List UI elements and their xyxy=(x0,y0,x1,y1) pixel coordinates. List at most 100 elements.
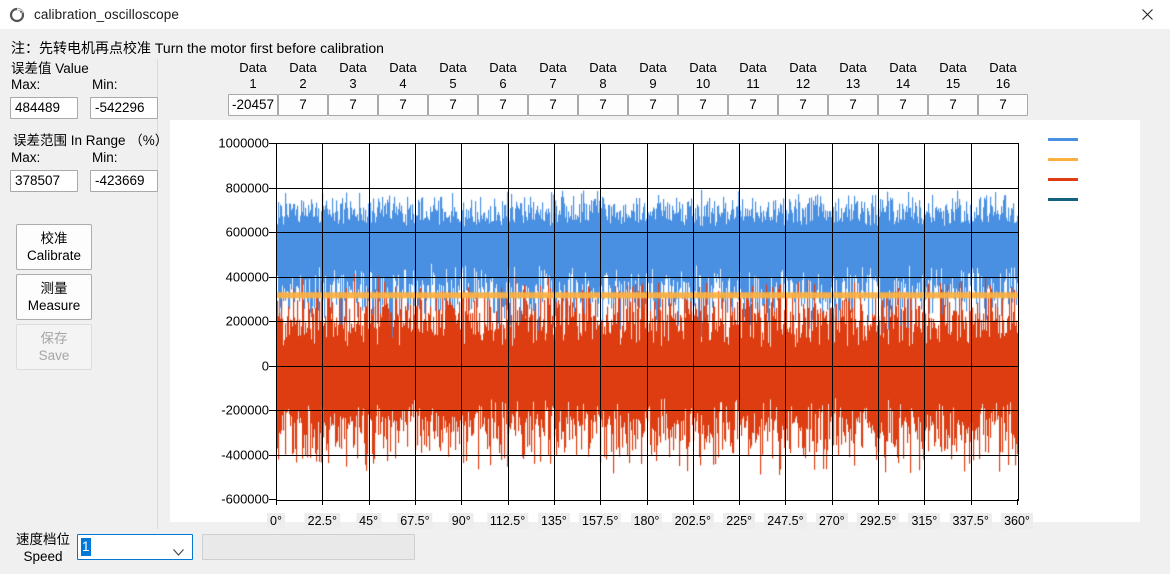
instruction-note: 注：先转电机再点校准 Turn the motor first before c… xyxy=(11,38,384,58)
range-max-field[interactable]: 378507 xyxy=(10,170,78,192)
x-axis-tick-mark xyxy=(832,499,833,505)
data-field-label: Data 15 xyxy=(928,60,978,92)
chart-gridline-h xyxy=(277,410,1018,411)
legend-swatch-3 xyxy=(1048,198,1078,201)
data-field-cell: Data 137 xyxy=(828,60,878,116)
save-button: 保存 Save xyxy=(16,324,92,370)
data-field-input[interactable]: 7 xyxy=(778,94,828,116)
y-axis-tick-mark xyxy=(269,410,276,411)
data-field-label: Data 2 xyxy=(278,60,328,92)
calibrate-button-label-en: Calibrate xyxy=(27,247,81,264)
close-button[interactable] xyxy=(1124,0,1170,29)
data-field-input[interactable]: 7 xyxy=(878,94,928,116)
chart-gridline-v xyxy=(508,144,509,500)
data-field-label: Data 6 xyxy=(478,60,528,92)
x-axis-tick-mark xyxy=(600,499,601,505)
oscilloscope-ring-icon xyxy=(9,7,25,23)
data-field-input[interactable]: 7 xyxy=(678,94,728,116)
data-field-input[interactable]: 7 xyxy=(428,94,478,116)
speed-label-cn: 速度档位 xyxy=(13,531,73,548)
data-field-input[interactable]: 7 xyxy=(278,94,328,116)
chart-gridline-v xyxy=(971,144,972,500)
y-axis-tick-mark xyxy=(269,143,276,144)
value-max-label: Max: xyxy=(11,77,40,92)
data-field-cell: Data 117 xyxy=(728,60,778,116)
data-field-label: Data 13 xyxy=(828,60,878,92)
chart-gridline-v xyxy=(322,144,323,500)
data-field-label: Data 3 xyxy=(328,60,378,92)
y-axis-tick-mark xyxy=(269,499,276,500)
y-axis-tick-mark xyxy=(269,455,276,456)
y-axis-tick-label: 1000000 xyxy=(218,136,269,151)
data-field-input[interactable]: 7 xyxy=(628,94,678,116)
value-min-field[interactable]: -542296 xyxy=(90,97,158,119)
data-field-input[interactable]: 7 xyxy=(478,94,528,116)
y-axis-tick-mark xyxy=(269,277,276,278)
x-axis-tick-mark xyxy=(322,499,323,505)
data-field-input[interactable]: -20457 xyxy=(228,94,278,116)
data-field-cell: Data 37 xyxy=(328,60,378,116)
data-field-label: Data 4 xyxy=(378,60,428,92)
data-field-label: Data 7 xyxy=(528,60,578,92)
chart-gridline-v xyxy=(785,144,786,500)
x-axis-tick-mark xyxy=(924,499,925,505)
data-field-input[interactable]: 7 xyxy=(828,94,878,116)
x-axis-tick-mark xyxy=(878,499,879,505)
x-axis-tick-mark xyxy=(739,499,740,505)
data-field-label: Data 9 xyxy=(628,60,678,92)
y-axis-tick-mark xyxy=(269,232,276,233)
y-axis-tick-label: -400000 xyxy=(221,447,269,462)
data-field-input[interactable]: 7 xyxy=(378,94,428,116)
value-group-title: 误差值 Value xyxy=(11,57,89,77)
data-field-input[interactable]: 7 xyxy=(328,94,378,116)
y-axis-tick-label: -600000 xyxy=(221,492,269,507)
measure-button[interactable]: 测量 Measure xyxy=(16,274,92,320)
range-min-field[interactable]: -423669 xyxy=(90,170,158,192)
legend-swatch-1 xyxy=(1048,158,1078,161)
chart-gridline-v xyxy=(415,144,416,500)
save-button-label-cn: 保存 xyxy=(41,330,68,347)
x-axis-tick-mark xyxy=(971,499,972,505)
chart-gridline-v xyxy=(554,144,555,500)
data-field-input[interactable]: 7 xyxy=(978,94,1028,116)
data-field-input[interactable]: 7 xyxy=(578,94,628,116)
data-field-input[interactable]: 7 xyxy=(528,94,578,116)
sidebar-panel: 误差值 Value Max: Min: 484489 -542296 误差范围 … xyxy=(0,57,157,537)
x-axis-tick-mark xyxy=(785,499,786,505)
data-field-label: Data 10 xyxy=(678,60,728,92)
speed-select[interactable]: 1 xyxy=(77,534,193,560)
data-field-cell: Data 147 xyxy=(878,60,928,116)
range-group-title: 误差范围 In Range （%） xyxy=(13,129,168,149)
data-field-label: Data 14 xyxy=(878,60,928,92)
chart-gridline-v xyxy=(739,144,740,500)
data-field-label: Data 11 xyxy=(728,60,778,92)
chevron-down-icon xyxy=(173,544,184,559)
chart-gridline-h xyxy=(277,232,1018,233)
chart-gridline-v xyxy=(832,144,833,500)
y-axis-tick-label: 400000 xyxy=(226,269,269,284)
x-axis-tick-mark xyxy=(369,499,370,505)
oscilloscope-chart-panel: 10000008000006000004000002000000-200000-… xyxy=(170,120,1140,522)
chart-gridline-v xyxy=(600,144,601,500)
speed-label-en: Speed xyxy=(13,548,73,565)
data-field-input[interactable]: 7 xyxy=(928,94,978,116)
y-axis-tick-label: 0 xyxy=(262,358,269,373)
chart-plot-area[interactable] xyxy=(276,143,1019,501)
range-min-label: Min: xyxy=(92,150,118,165)
chart-gridline-v xyxy=(693,144,694,500)
y-axis-tick-mark xyxy=(269,321,276,322)
measure-button-label-en: Measure xyxy=(28,297,81,314)
value-max-field[interactable]: 484489 xyxy=(10,97,78,119)
x-axis-tick-mark xyxy=(1017,499,1018,505)
window-titlebar: calibration_oscilloscope xyxy=(0,0,1170,30)
chart-legend xyxy=(1048,138,1108,218)
chart-gridline-v xyxy=(369,144,370,500)
y-axis-tick-mark xyxy=(269,188,276,189)
data-field-label: Data 16 xyxy=(978,60,1028,92)
y-axis-tick-label: 800000 xyxy=(226,180,269,195)
calibrate-button[interactable]: 校准 Calibrate xyxy=(16,224,92,270)
data-field-label: Data 8 xyxy=(578,60,628,92)
data-field-input[interactable]: 7 xyxy=(728,94,778,116)
chart-gridline-v xyxy=(461,144,462,500)
data-field-cell: Data 67 xyxy=(478,60,528,116)
